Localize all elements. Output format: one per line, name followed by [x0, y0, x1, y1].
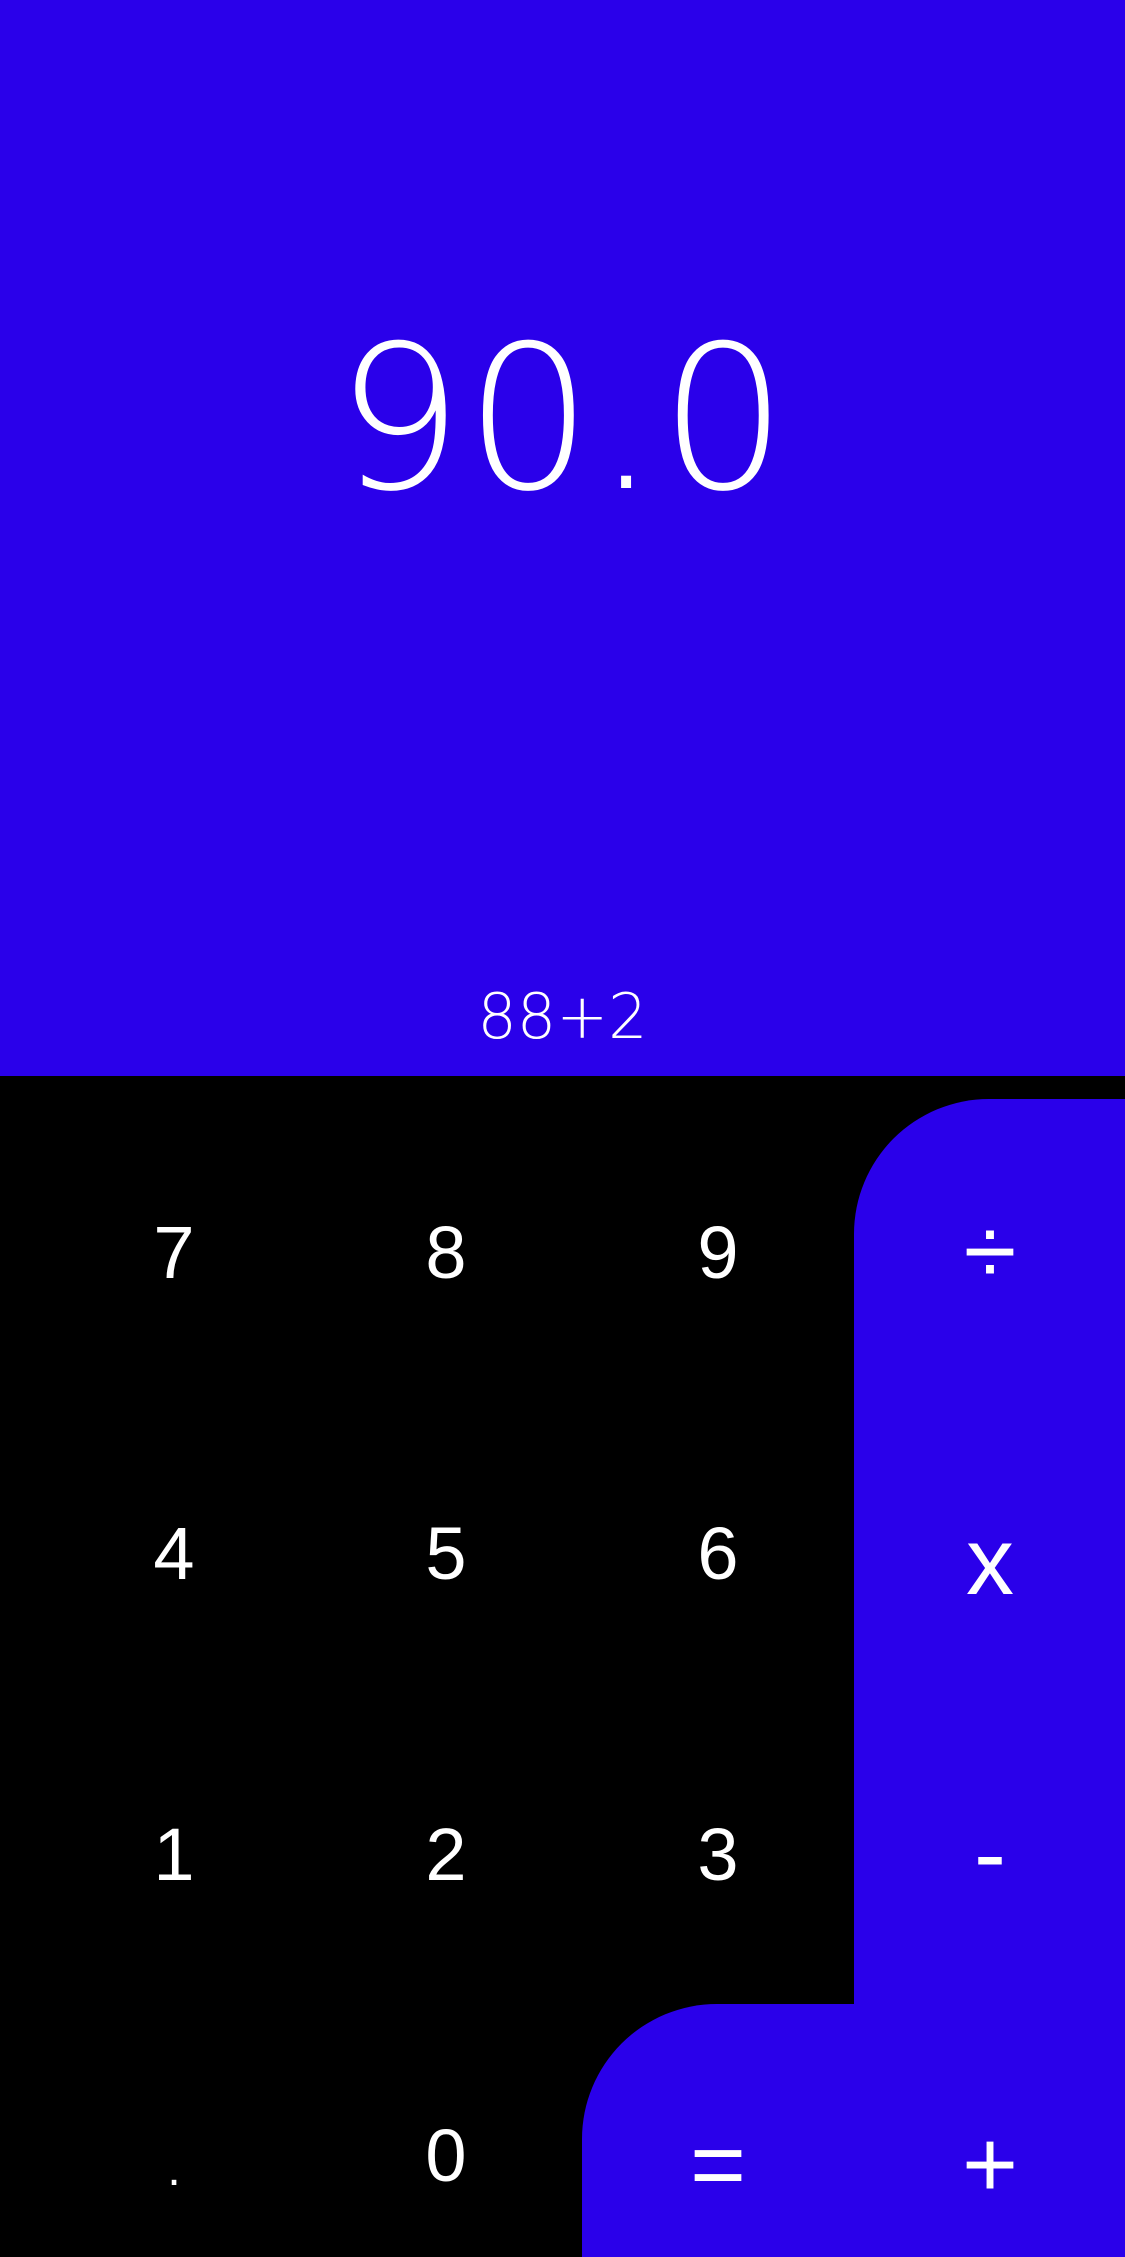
key-6[interactable]: 6: [582, 1403, 854, 1703]
multiply-button[interactable]: x: [854, 1412, 1125, 1712]
expression-display: 88+2: [477, 980, 648, 1053]
key-9[interactable]: 9: [582, 1102, 854, 1402]
key-7[interactable]: 7: [38, 1102, 310, 1402]
result-display: 90.0: [335, 303, 790, 536]
key-1[interactable]: 1: [38, 1704, 310, 2004]
key-4[interactable]: 4: [38, 1403, 310, 1703]
decimal-button[interactable]: .: [38, 2005, 310, 2257]
equals-button[interactable]: =: [582, 2015, 854, 2257]
subtract-button[interactable]: -: [854, 1704, 1125, 2004]
key-8[interactable]: 8: [310, 1102, 582, 1402]
key-3[interactable]: 3: [582, 1704, 854, 2004]
display-panel: 90.0 88+2: [0, 0, 1125, 1076]
divide-button[interactable]: ÷: [854, 1102, 1125, 1402]
key-5[interactable]: 5: [310, 1403, 582, 1703]
add-button[interactable]: +: [854, 2015, 1125, 2257]
key-0[interactable]: 0: [310, 2005, 582, 2257]
calculator-app: 90.0 88+2 7 8 9 ÷ 4 5 6 x 1 2 3 - . 0 = …: [0, 0, 1125, 2257]
key-2[interactable]: 2: [310, 1704, 582, 2004]
